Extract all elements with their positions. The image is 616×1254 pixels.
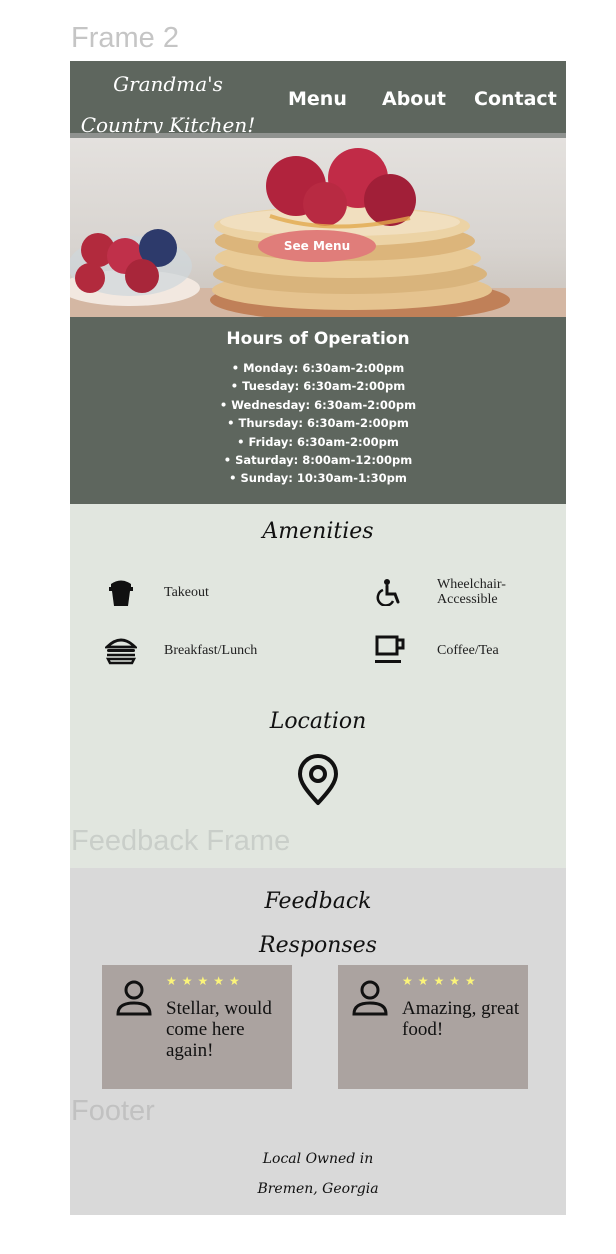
- review-text: Amazing, great food!: [402, 998, 520, 1040]
- amenity-takeout-label: Takeout: [164, 584, 209, 600]
- amenity-breakfast: Breakfast/Lunch: [104, 633, 264, 667]
- burger-icon: [104, 633, 138, 667]
- footer-text: Local Owned in Bremen, Georgia: [257, 1151, 379, 1197]
- hours-list: Monday: 6:30am-2:00pm Tuesday: 6:30am-2:…: [70, 359, 566, 488]
- hours-item-monday: Monday: 6:30am-2:00pm: [70, 359, 566, 377]
- frame-label: Frame 2: [71, 22, 179, 54]
- amenities-section: Amenities Takeout Wheelchair-Accessible: [70, 504, 566, 868]
- feedback-title: Feedback Responses: [259, 889, 377, 958]
- amenity-wheelchair: Wheelchair-Accessible: [373, 575, 537, 609]
- amenity-coffee-label: Coffee/Tea: [437, 642, 499, 658]
- nav-menu[interactable]: Menu: [288, 88, 347, 110]
- review-text: Stellar, would come here again!: [166, 998, 272, 1061]
- user-avatar-icon: [351, 979, 389, 1022]
- pancake-illustration: [70, 148, 566, 317]
- hours-item-thursday: Thursday: 6:30am-2:00pm: [70, 414, 566, 432]
- amenity-wheelchair-label: Wheelchair-Accessible: [437, 577, 506, 607]
- hours-section: Hours of Operation Monday: 6:30am-2:00pm…: [70, 317, 566, 504]
- nav-contact[interactable]: Contact: [474, 88, 557, 110]
- hours-title: Hours of Operation: [226, 329, 410, 349]
- coffee-mug-icon: [373, 633, 407, 667]
- hours-item-tuesday: Tuesday: 6:30am-2:00pm: [70, 377, 566, 395]
- mobile-frame: Grandma's Country Kitchen! Menu About Co…: [70, 61, 566, 1215]
- amenity-breakfast-label: Breakfast/Lunch: [164, 642, 258, 658]
- see-menu-button[interactable]: See Menu: [258, 230, 376, 262]
- star-rating: ★★★★★: [166, 974, 245, 988]
- location-title: Location: [269, 709, 367, 734]
- hours-item-friday: Friday: 6:30am-2:00pm: [70, 433, 566, 451]
- review-card: ★★★★★ Amazing, great food!: [338, 965, 528, 1089]
- amenity-coffee: Coffee/Tea: [373, 633, 537, 667]
- star-rating: ★★★★★: [402, 974, 481, 988]
- user-avatar-icon: [115, 979, 153, 1022]
- footer-frame-label: Footer: [71, 1095, 155, 1127]
- feedback-frame-label: Feedback Frame: [71, 825, 291, 857]
- hero-image: See Menu: [70, 138, 566, 317]
- hours-item-wednesday: Wednesday: 6:30am-2:00pm: [70, 396, 566, 414]
- takeout-icon: [104, 575, 138, 609]
- hours-item-sunday: Sunday: 10:30am-1:30pm: [70, 469, 566, 487]
- review-card: ★★★★★ Stellar, would come here again!: [102, 965, 292, 1089]
- nav-about[interactable]: About: [382, 88, 446, 110]
- map-pin-icon[interactable]: [296, 754, 340, 811]
- amenities-title: Amenities: [262, 519, 374, 544]
- amenity-takeout: Takeout: [104, 575, 264, 609]
- header: Grandma's Country Kitchen! Menu About Co…: [70, 61, 566, 137]
- wheelchair-icon: [373, 575, 407, 609]
- hours-item-saturday: Saturday: 8:00am-12:00pm: [70, 451, 566, 469]
